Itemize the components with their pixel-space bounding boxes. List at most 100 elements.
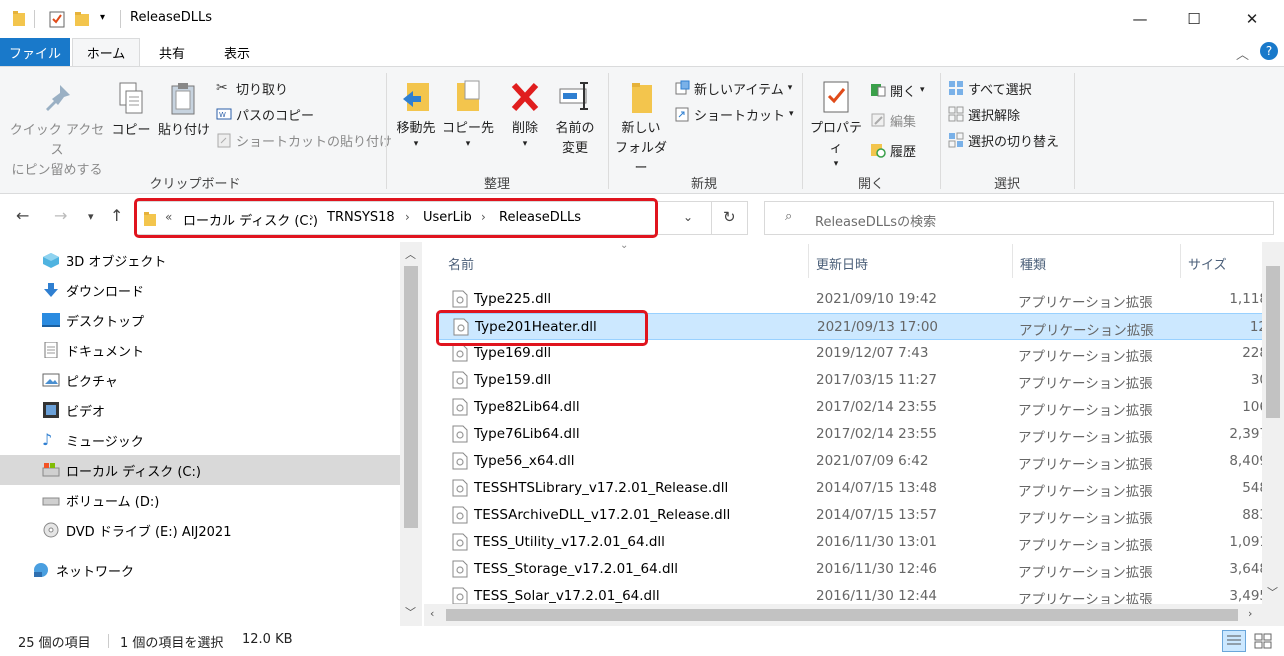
column-header-date[interactable]: 更新日時 bbox=[816, 254, 868, 273]
file-row[interactable]: Type76Lib64.dll 2017/02/14 23:55 アプリケーション拡… bbox=[436, 421, 1268, 448]
file-date: 2016/11/30 13:01 bbox=[816, 534, 938, 550]
file-row[interactable]: Type159.dll 2017/03/15 11:27 アプリケーション拡張 30 bbox=[436, 367, 1268, 394]
paste-shortcut-icon bbox=[216, 132, 232, 148]
nav-item-desktop[interactable]: デスクトップ bbox=[0, 305, 400, 335]
history-button[interactable]: 履歴 bbox=[870, 139, 916, 161]
file-row[interactable]: TESSArchiveDLL_v17.2.01_Release.dll 2014/… bbox=[436, 502, 1268, 529]
file-row[interactable]: Type82Lib64.dll 2017/02/14 23:55 アプリケーション拡… bbox=[436, 394, 1268, 421]
column-header-name[interactable]: 名前 bbox=[448, 254, 474, 273]
select-none-button[interactable]: 選択解除 bbox=[948, 103, 1020, 125]
nav-item-local-disk[interactable]: ローカル ディスク (C:) bbox=[0, 455, 400, 485]
move-to-icon bbox=[403, 83, 429, 111]
music-icon: ♪ bbox=[42, 430, 53, 449]
file-list-scrollbar[interactable]: ﹀ bbox=[1262, 242, 1284, 626]
sort-indicator-icon: ⌄ bbox=[620, 240, 629, 251]
horizontal-scrollbar[interactable]: ‹ › bbox=[424, 604, 1262, 626]
shortcut-button[interactable]: ショートカット ▾ bbox=[674, 103, 794, 125]
select-all-label: すべて選択 bbox=[968, 82, 1032, 98]
nav-pane-scrollbar[interactable]: ︿ ﹀ bbox=[400, 242, 422, 626]
file-date: 2021/07/09 6:42 bbox=[816, 453, 929, 469]
tab-share[interactable]: 共有 bbox=[150, 38, 194, 66]
history-icon bbox=[870, 142, 886, 158]
delete-button[interactable]: 削除 ▾ bbox=[504, 79, 546, 149]
new-folder-button[interactable]: 新しい フォルダー bbox=[610, 79, 672, 179]
cut-button[interactable]: ✂ 切り取り bbox=[216, 77, 288, 99]
help-icon[interactable]: ? bbox=[1260, 42, 1278, 60]
large-icons-view-icon[interactable] bbox=[1252, 631, 1274, 651]
column-header-size[interactable]: サイズ bbox=[1188, 254, 1227, 273]
scroll-down-icon[interactable]: ﹀ bbox=[1267, 584, 1278, 600]
scroll-left-icon[interactable]: ‹ bbox=[430, 607, 434, 620]
open-label: 開く bbox=[890, 84, 917, 100]
tab-home[interactable]: ホーム bbox=[72, 38, 140, 66]
details-view-icon[interactable] bbox=[1222, 630, 1246, 652]
scroll-down-icon[interactable]: ﹀ bbox=[405, 604, 416, 620]
column-header-type[interactable]: 種類 bbox=[1020, 254, 1046, 273]
invert-selection-button[interactable]: 選択の切り替え bbox=[948, 129, 1059, 151]
nav-item-videos[interactable]: ビデオ bbox=[0, 395, 400, 425]
file-row[interactable]: TESS_Storage_v17.2.01_64.dll 2016/11/30 1… bbox=[436, 556, 1268, 583]
select-none-label: 選択解除 bbox=[968, 108, 1021, 124]
select-all-icon bbox=[948, 80, 964, 96]
paste-shortcut-button[interactable]: ショートカットの貼り付け bbox=[216, 129, 392, 151]
scroll-right-icon[interactable]: › bbox=[1248, 607, 1252, 620]
refresh-icon[interactable]: ↻ bbox=[723, 208, 736, 226]
desktop-icon bbox=[42, 312, 60, 328]
file-row[interactable]: TESSHTSLibrary_v17.2.01_Release.dll 2014/… bbox=[436, 475, 1268, 502]
open-button[interactable]: 開く ▾ bbox=[870, 79, 925, 101]
new-folder-quick-icon[interactable] bbox=[74, 10, 90, 28]
nav-item-dvd-drive[interactable]: DVD ドライブ (E:) AIJ2021 bbox=[0, 515, 400, 545]
back-arrow-icon[interactable]: ← bbox=[16, 206, 29, 225]
pictures-icon bbox=[42, 372, 60, 388]
nav-item-3d-objects[interactable]: 3D オブジェクト bbox=[0, 245, 400, 275]
paste-button[interactable]: 貼り付け bbox=[156, 81, 212, 141]
forward-arrow-icon[interactable]: → bbox=[54, 206, 67, 225]
file-type: アプリケーション拡張 bbox=[1018, 403, 1153, 419]
close-button[interactable]: ✕ bbox=[1224, 0, 1280, 38]
file-type: アプリケーション拡張 bbox=[1018, 349, 1153, 365]
nav-item-volume-d[interactable]: ボリューム (D:) bbox=[0, 485, 400, 515]
nav-item-music[interactable]: ♪ ミュージック bbox=[0, 425, 400, 455]
recent-locations-icon[interactable]: ▾ bbox=[88, 210, 94, 223]
new-item-dropdown-icon: ▾ bbox=[787, 83, 793, 93]
dll-file-icon bbox=[452, 452, 468, 470]
tab-view[interactable]: 表示 bbox=[214, 38, 260, 66]
search-input[interactable]: ReleaseDLLsの検索 bbox=[815, 211, 936, 230]
file-row[interactable]: Type56_x64.dll 2021/07/09 6:42 アプリケーション拡張 8… bbox=[436, 448, 1268, 475]
tab-file[interactable]: ファイル bbox=[0, 38, 70, 66]
maximize-button[interactable]: ☐ bbox=[1166, 0, 1222, 38]
nav-label: 3D オブジェクト bbox=[66, 254, 167, 270]
nav-item-downloads[interactable]: ダウンロード bbox=[0, 275, 400, 305]
nav-item-network[interactable]: ネットワーク bbox=[0, 555, 400, 585]
select-all-button[interactable]: すべて選択 bbox=[948, 77, 1032, 99]
scroll-up-icon[interactable]: ︿ bbox=[405, 246, 416, 262]
pin-quick-access-button[interactable]: クイック アクセス にピン留めする bbox=[8, 81, 106, 181]
copy-button[interactable]: コピー bbox=[110, 81, 152, 141]
edit-button[interactable]: 編集 bbox=[870, 109, 916, 131]
nav-label: ボリューム (D:) bbox=[66, 494, 160, 510]
rename-button[interactable]: 名前の 変更 bbox=[550, 79, 600, 159]
properties-quick-icon[interactable] bbox=[48, 10, 66, 28]
properties-icon bbox=[823, 81, 849, 113]
nav-label: ミュージック bbox=[66, 434, 144, 450]
file-row[interactable]: Type225.dll 2021/09/10 19:42 アプリケーション拡張 1,1… bbox=[436, 286, 1268, 313]
file-name: Type159.dll bbox=[474, 372, 552, 388]
move-to-button[interactable]: 移動先 ▾ bbox=[390, 79, 442, 149]
collapse-ribbon-icon[interactable]: ︿ bbox=[1236, 44, 1249, 63]
customize-quick-access-icon[interactable]: ▾ bbox=[100, 12, 105, 30]
new-item-icon bbox=[674, 80, 690, 96]
nav-item-pictures[interactable]: ピクチャ bbox=[0, 365, 400, 395]
file-row[interactable]: TESS_Utility_v17.2.01_64.dll 2016/11/30 1… bbox=[436, 529, 1268, 556]
file-scroll-thumb[interactable] bbox=[1266, 266, 1280, 418]
nav-scroll-thumb[interactable] bbox=[404, 266, 418, 528]
new-item-button[interactable]: 新しいアイテム ▾ bbox=[674, 77, 792, 99]
copy-to-button[interactable]: コピー先 ▾ bbox=[442, 79, 494, 149]
nav-item-documents[interactable]: ドキュメント bbox=[0, 335, 400, 365]
minimize-button[interactable]: — bbox=[1112, 0, 1168, 38]
up-arrow-icon[interactable]: ↑ bbox=[110, 206, 123, 225]
address-dropdown-icon[interactable]: ⌄ bbox=[683, 210, 693, 224]
search-box[interactable]: ⌕ ReleaseDLLsの検索 bbox=[764, 201, 1274, 235]
copy-path-button[interactable]: W パスのコピー bbox=[216, 103, 314, 125]
properties-button[interactable]: プロパティ ▾ bbox=[804, 79, 868, 169]
horizontal-scroll-thumb[interactable] bbox=[446, 609, 1238, 621]
